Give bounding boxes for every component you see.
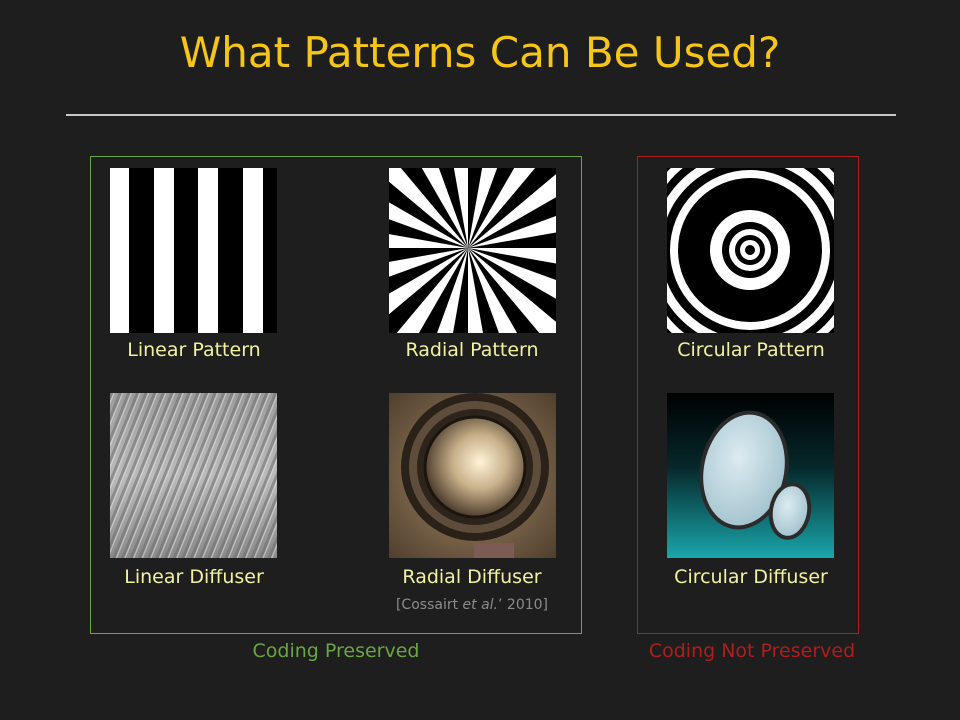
radial-diffuser-label: Radial Diffuser <box>402 566 542 588</box>
linear-pattern-image <box>110 168 277 333</box>
citation: [Cossairt et al.’ 2010] <box>362 597 582 613</box>
linear-diffuser-image <box>110 393 277 558</box>
radial-pattern-label: Radial Pattern <box>405 339 539 361</box>
slide-title: What Patterns Can Be Used? <box>179 28 781 77</box>
circular-pattern-image <box>667 168 834 333</box>
title-divider <box>66 114 896 116</box>
circular-diffuser-label: Circular Diffuser <box>674 566 828 588</box>
citation-et-al: et al. <box>462 597 499 613</box>
linear-diffuser-label: Linear Diffuser <box>124 566 264 588</box>
linear-pattern-label: Linear Pattern <box>127 339 261 361</box>
radial-diffuser-image <box>389 393 556 558</box>
coding-not-preserved-label: Coding Not Preserved <box>648 640 856 662</box>
circular-diffuser-image <box>667 393 834 558</box>
citation-year: ’ 2010] <box>498 597 549 613</box>
circular-pattern-label: Circular Pattern <box>677 339 825 361</box>
citation-author: [Cossairt <box>395 597 463 613</box>
radial-pattern-image <box>389 168 556 333</box>
coding-preserved-label: Coding Preserved <box>252 640 420 662</box>
